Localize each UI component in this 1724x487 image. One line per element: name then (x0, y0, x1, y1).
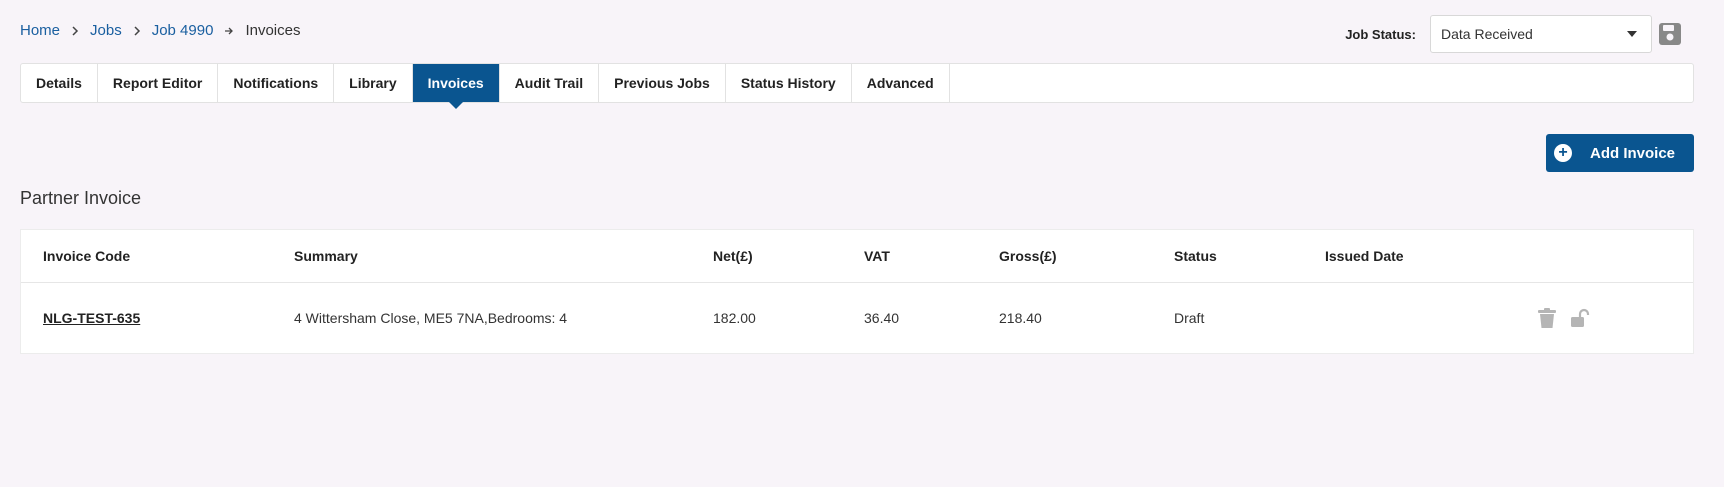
trash-icon[interactable] (1537, 307, 1557, 329)
plus-circle-icon: + (1554, 144, 1572, 162)
header-gross: Gross(£) (999, 248, 1057, 264)
tab-previous-jobs[interactable]: Previous Jobs (599, 64, 726, 102)
header-vat: VAT (864, 248, 890, 264)
invoice-summary: 4 Wittersham Close, ME5 7NA,Bedrooms: 4 (294, 310, 568, 326)
table-header-row: Invoice Code Summary Net(£) VAT Gross(£)… (21, 230, 1693, 283)
tab-report-editor[interactable]: Report Editor (98, 64, 219, 102)
breadcrumb-job[interactable]: Job 4990 (152, 22, 214, 39)
invoice-net: 182.00 (713, 310, 756, 326)
job-status-label: Job Status: (1345, 26, 1416, 42)
breadcrumb-jobs[interactable]: Jobs (90, 22, 122, 39)
tab-status-history[interactable]: Status History (726, 64, 852, 102)
header-issued-date: Issued Date (1325, 248, 1404, 264)
add-invoice-button[interactable]: + Add Invoice (1546, 134, 1694, 172)
job-status-select[interactable]: Data Received (1430, 15, 1652, 53)
header-status: Status (1174, 248, 1217, 264)
breadcrumb-current: Invoices (245, 22, 301, 39)
invoice-status: Draft (1174, 310, 1205, 326)
unlock-icon[interactable] (1569, 308, 1591, 328)
chevron-right-icon (71, 25, 79, 36)
tab-notifications[interactable]: Notifications (218, 64, 335, 102)
invoice-table: Invoice Code Summary Net(£) VAT Gross(£)… (20, 229, 1694, 354)
add-invoice-label: Add Invoice (1590, 144, 1676, 162)
tab-audit-trail[interactable]: Audit Trail (500, 64, 600, 102)
job-status-value: Data Received (1441, 26, 1533, 42)
breadcrumb: Home Jobs Job 4990 Invoices (20, 22, 300, 39)
header-summary: Summary (294, 248, 358, 264)
tab-details[interactable]: Details (21, 64, 98, 102)
section-title: Partner Invoice (20, 188, 142, 208)
table-row: NLG-TEST-635 4 Wittersham Close, ME5 7NA… (21, 283, 1693, 353)
header-net: Net(£) (713, 248, 753, 264)
chevron-right-icon (133, 25, 141, 36)
tab-bar: Details Report Editor Notifications Libr… (20, 63, 1694, 109)
header-invoice-code: Invoice Code (43, 248, 131, 264)
job-status-group: Job Status: Data Received (1345, 15, 1682, 53)
invoice-gross: 218.40 (999, 310, 1042, 326)
tab-invoices[interactable]: Invoices (412, 64, 500, 109)
invoice-code-link[interactable]: NLG-TEST-635 (43, 310, 140, 326)
row-actions (1537, 307, 1591, 329)
tab-library[interactable]: Library (334, 64, 413, 102)
invoice-vat: 36.40 (864, 310, 900, 326)
breadcrumb-home[interactable]: Home (20, 22, 60, 39)
save-icon[interactable] (1658, 22, 1682, 46)
tab-advanced[interactable]: Advanced (852, 64, 950, 102)
arrow-right-icon (224, 26, 234, 36)
caret-down-icon (1627, 31, 1637, 37)
